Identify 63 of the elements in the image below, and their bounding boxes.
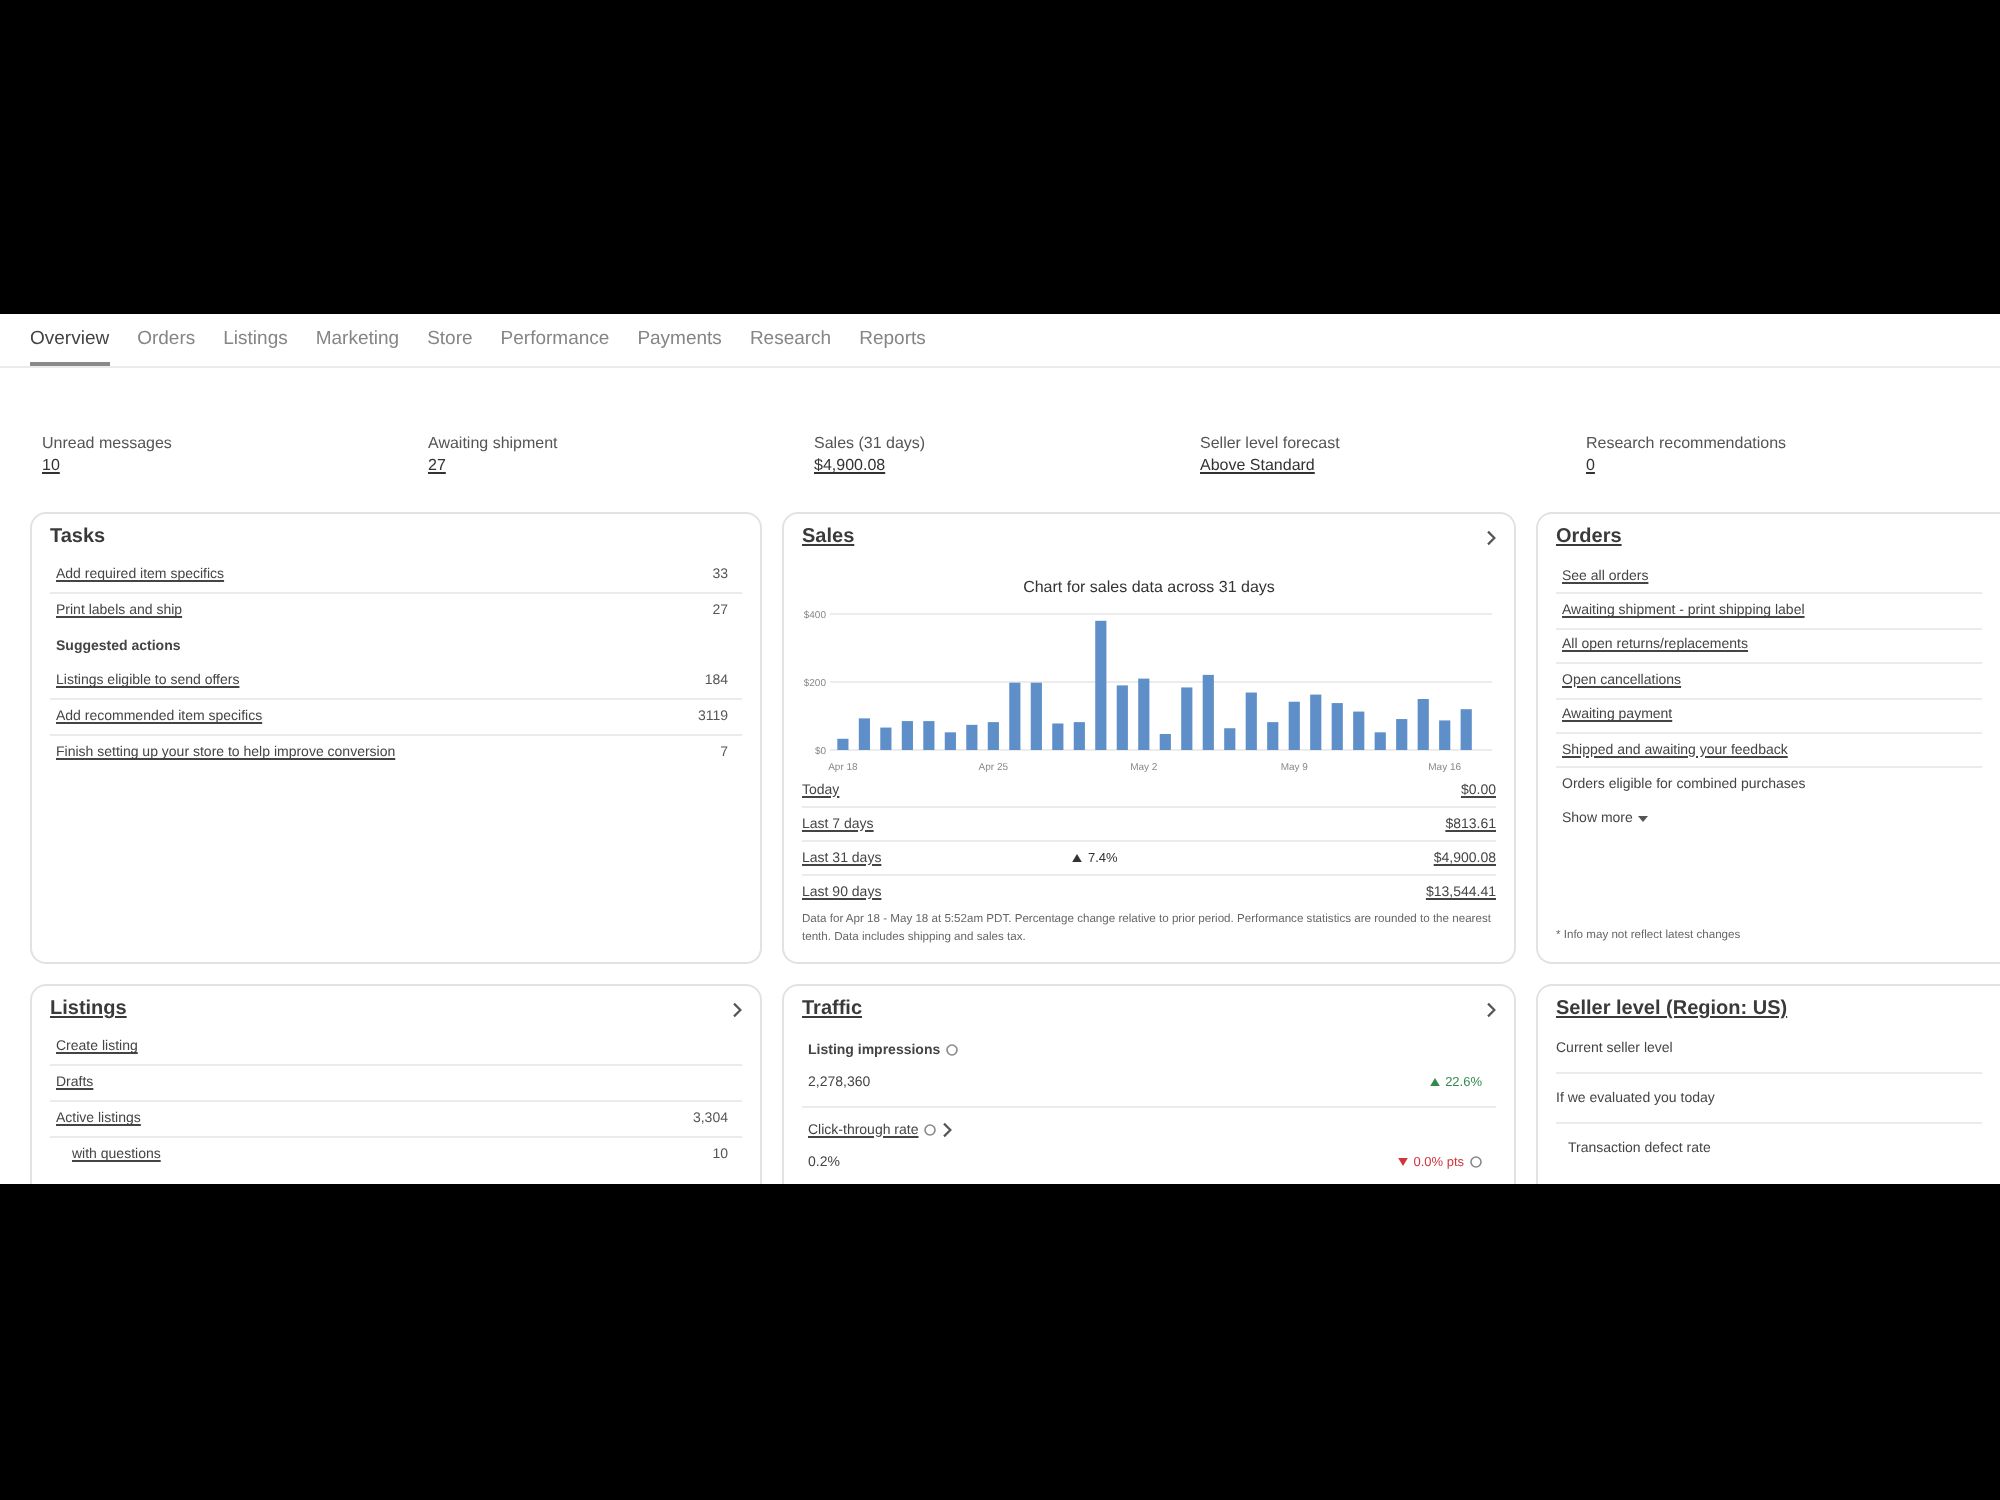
nav-tab[interactable]: Marketing bbox=[315, 326, 400, 366]
summary-label: Awaiting shipment bbox=[428, 432, 558, 454]
caret-down-icon bbox=[1638, 816, 1649, 823]
sales-bar[interactable] bbox=[1073, 722, 1085, 750]
chevron-right-icon[interactable] bbox=[732, 1001, 742, 1017]
sales-bar[interactable] bbox=[858, 718, 870, 750]
sales-bar[interactable] bbox=[901, 721, 913, 750]
sales-bar[interactable] bbox=[1138, 678, 1150, 750]
sales-bar[interactable] bbox=[1439, 720, 1451, 750]
nav-tab[interactable]: Store bbox=[427, 326, 473, 366]
chevron-right-icon[interactable] bbox=[942, 1122, 953, 1138]
sales-bar[interactable] bbox=[1159, 734, 1171, 750]
summary-value-link[interactable]: 27 bbox=[428, 454, 446, 476]
info-icon[interactable] bbox=[946, 1044, 959, 1056]
sales-bar[interactable] bbox=[1052, 723, 1064, 750]
card-title-link[interactable]: Sales bbox=[802, 524, 855, 550]
sales-bar[interactable] bbox=[944, 732, 956, 750]
sales-bar[interactable] bbox=[1374, 732, 1386, 750]
sales-bar[interactable] bbox=[837, 738, 849, 750]
nav-tab[interactable]: Reports bbox=[859, 326, 926, 366]
card-title-link[interactable]: Seller level (Region: US) bbox=[1556, 996, 1788, 1022]
summary-value-link[interactable]: 0 bbox=[1586, 454, 1595, 476]
card-title: Tasks bbox=[50, 524, 106, 550]
sales-bar[interactable] bbox=[923, 721, 935, 750]
sales-bar[interactable] bbox=[1224, 728, 1236, 750]
sales-bar[interactable] bbox=[1030, 682, 1042, 750]
nav-tab[interactable]: Orders bbox=[137, 326, 196, 366]
sales-bar[interactable] bbox=[966, 724, 978, 750]
chevron-right-icon[interactable] bbox=[1486, 529, 1496, 545]
sales-bar[interactable] bbox=[1245, 692, 1257, 750]
sales-bar[interactable] bbox=[1417, 699, 1429, 750]
summary-label: Research recommendations bbox=[1586, 432, 1787, 454]
summary-value-link[interactable]: 10 bbox=[42, 454, 60, 476]
sales-bar[interactable] bbox=[1310, 694, 1322, 750]
chevron-right-icon[interactable] bbox=[1486, 1001, 1496, 1017]
summary-value-link[interactable]: $4,900.08 bbox=[814, 454, 886, 476]
info-icon[interactable] bbox=[924, 1124, 937, 1136]
chart-title: Chart for sales data across 31 days bbox=[1023, 578, 1275, 598]
summary-value-link[interactable]: Above Standard bbox=[1200, 454, 1315, 476]
sales-bar[interactable] bbox=[1267, 722, 1279, 750]
info-icon[interactable] bbox=[1470, 1156, 1482, 1168]
card-title-link[interactable]: Traffic bbox=[802, 996, 863, 1022]
summary-label: Seller level forecast bbox=[1200, 432, 1340, 454]
sales-bar[interactable] bbox=[1460, 709, 1472, 750]
sales-bar[interactable] bbox=[1396, 719, 1408, 750]
sales-bar[interactable] bbox=[1288, 701, 1300, 750]
card-title-link[interactable]: Listings bbox=[50, 996, 127, 1022]
nav-tab[interactable]: Listings bbox=[223, 326, 288, 366]
sales-bar[interactable] bbox=[1353, 711, 1365, 750]
nav-tab[interactable]: Payments bbox=[637, 326, 722, 366]
sales-bar[interactable] bbox=[880, 727, 892, 750]
sales-bar[interactable] bbox=[1202, 674, 1214, 750]
sales-bar[interactable] bbox=[987, 722, 999, 750]
summary-label: Sales (31 days) bbox=[814, 432, 926, 454]
sales-bar[interactable] bbox=[1095, 620, 1107, 750]
sales-bar[interactable] bbox=[1116, 685, 1128, 750]
sales-bar[interactable] bbox=[1009, 682, 1021, 750]
sales-bar[interactable] bbox=[1181, 687, 1193, 750]
sales-bar[interactable] bbox=[1331, 703, 1343, 750]
nav-tab[interactable]: Research bbox=[749, 326, 832, 366]
card-title-link[interactable]: Orders bbox=[1556, 524, 1622, 550]
nav-tab[interactable]: Performance bbox=[500, 326, 610, 366]
summary-label: Unread messages bbox=[42, 432, 172, 454]
